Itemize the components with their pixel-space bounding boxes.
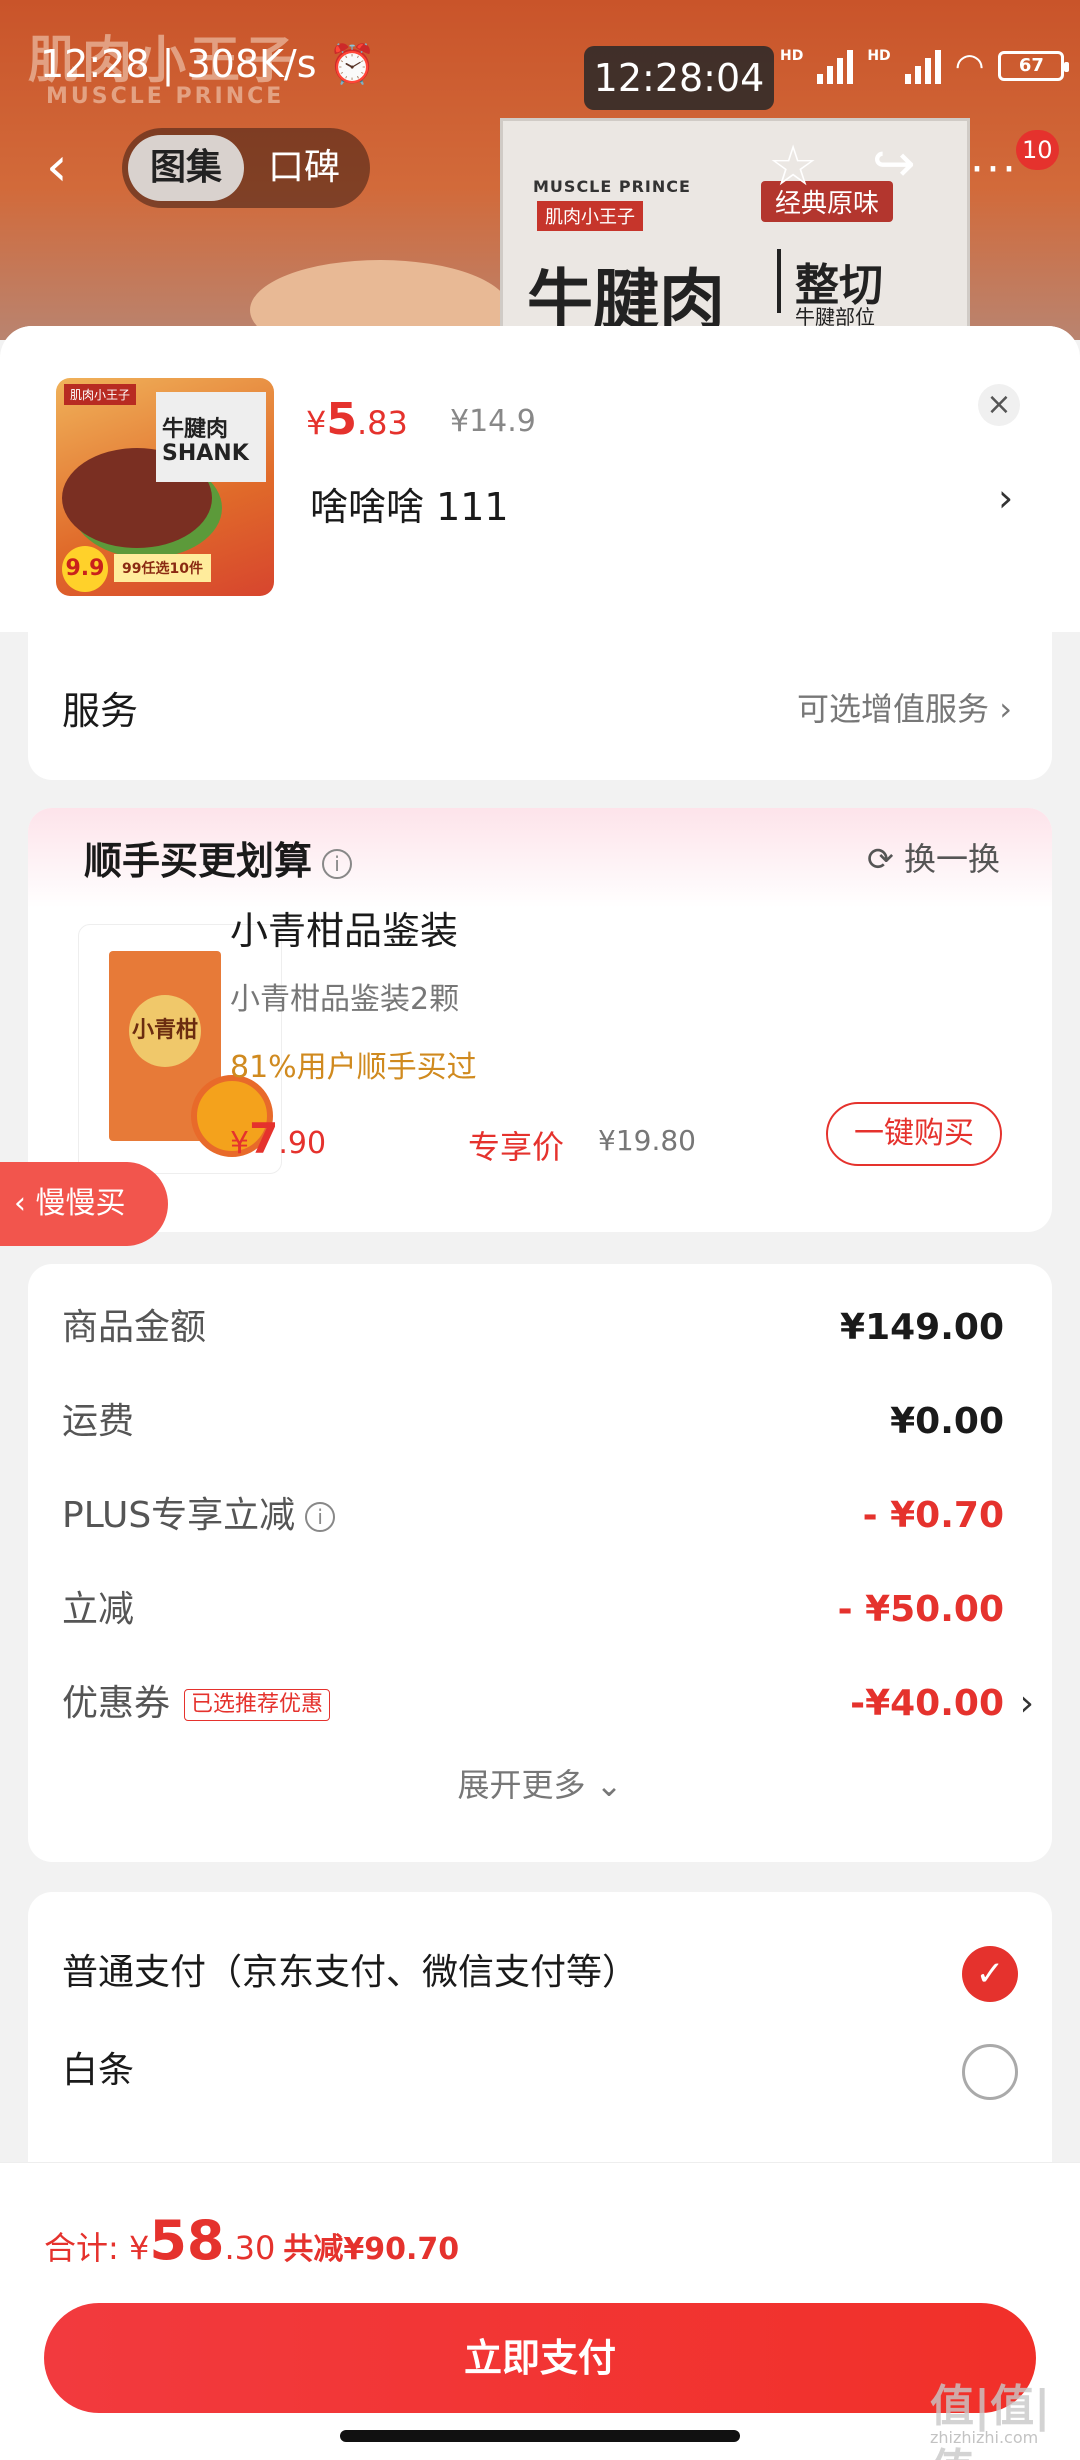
price-integer: 5 xyxy=(326,394,357,445)
addon-title-text: 顺手买更划算 xyxy=(84,839,313,883)
hd-label: HD xyxy=(780,48,804,64)
summary-row: 商品金额 ¥149.00 xyxy=(62,1298,1004,1358)
summary-label: 商品金额 xyxy=(62,1307,207,1348)
service-title: 服务 xyxy=(62,689,139,733)
summary-value: ¥0.00 xyxy=(890,1401,1004,1442)
favorite-icon[interactable]: ☆ xyxy=(768,134,818,199)
total-integer: 58 xyxy=(149,2209,225,2272)
product-price: ¥5.83 xyxy=(306,394,408,445)
service-row[interactable]: 服务 可选增值服务 › xyxy=(28,632,1052,780)
price-summary: 商品金额 ¥149.00 运费 ¥0.00 PLUS专享立减 i - ¥0.70 … xyxy=(28,1264,1052,1862)
package-brand: MUSCLE PRINCE xyxy=(533,177,691,196)
summary-label-text: PLUS专享立减 xyxy=(62,1495,296,1536)
info-icon[interactable]: i xyxy=(322,848,353,879)
close-icon[interactable]: × xyxy=(978,384,1020,426)
addon-name[interactable]: 小青柑品鉴装 xyxy=(230,900,458,955)
product-thumbnail[interactable]: 肌肉小王子 牛腱肉 SHANK 9.9 99任选10件 xyxy=(56,378,274,596)
status-bar: 12:28 | 308K/s ⏰ 12:28:04 HD HD ◠ 67 xyxy=(0,0,1080,130)
summary-value: - ¥50.00 xyxy=(837,1589,1004,1630)
status-time-speed: 12:28 | 308K/s ⏰ xyxy=(40,42,376,86)
home-indicator[interactable] xyxy=(340,2430,740,2442)
wifi-icon: ◠ xyxy=(954,46,985,86)
signal-icon xyxy=(904,48,941,84)
one-click-buy-button[interactable]: 一键购买 xyxy=(826,1102,1002,1166)
coupon-row[interactable]: 优惠券 已选推荐优惠 -¥40.00 › xyxy=(62,1674,1034,1734)
status-clock: 12:28:04 xyxy=(584,46,774,110)
signal-icon xyxy=(817,48,854,84)
thumbnail-price: 9.9 xyxy=(62,546,108,592)
product-spec[interactable]: 啥啥啥 111 xyxy=(310,476,509,531)
tab-gallery[interactable]: 图集 xyxy=(128,135,244,201)
tea-box-label: 小青柑 xyxy=(129,995,201,1067)
chevron-right-icon[interactable]: › xyxy=(998,476,1013,520)
summary-label: 运费 xyxy=(62,1401,135,1442)
status-icons: HD HD ◠ 67 xyxy=(780,46,1070,86)
addon-price: ¥7.90 xyxy=(230,1114,326,1163)
addon-description: 小青柑品鉴装2颗 xyxy=(230,982,460,1017)
info-icon[interactable]: i xyxy=(305,1502,336,1532)
checkout-footer: 合计: ¥58.30 共减¥90.70 立即支付 xyxy=(0,2162,1080,2460)
pay-now-button[interactable]: 立即支付 xyxy=(44,2303,1036,2413)
back-icon[interactable]: ‹ xyxy=(46,140,68,194)
total-label: 合计: ¥ xyxy=(44,2229,150,2267)
slow-buy-float-button[interactable]: ‹ 慢慢买 xyxy=(0,1162,168,1246)
radio-icon[interactable] xyxy=(962,2044,1018,2100)
price-symbol: ¥ xyxy=(306,404,327,442)
summary-row: 立减 - ¥50.00 xyxy=(62,1580,1004,1640)
expand-more-button[interactable]: 展开更多 ⌄ xyxy=(28,1760,1052,1806)
exclusive-price-label: 专享价 xyxy=(468,1128,565,1166)
total-decimal: .30 xyxy=(224,2229,276,2267)
summary-row: 运费 ¥0.00 xyxy=(62,1392,1004,1452)
addon-card: 顺手买更划算 i ⟳ 换一换 小青柑 小青柑品鉴装 小青柑品鉴装2颗 81%用户顺… xyxy=(28,808,1052,1232)
payment-option-label: 普通支付（京东支付、微信支付等） xyxy=(62,1952,639,1993)
payment-option-label: 白条 xyxy=(62,2050,135,2091)
summary-value: - ¥0.70 xyxy=(862,1495,1004,1536)
coupon-tag: 已选推荐优惠 xyxy=(184,1689,331,1721)
summary-label: 优惠券 已选推荐优惠 xyxy=(62,1674,331,1734)
summary-row: PLUS专享立减 i - ¥0.70 xyxy=(62,1486,1004,1546)
price-decimal: .90 xyxy=(278,1126,327,1161)
product-summary: 肌肉小王子 牛腱肉 SHANK 9.9 99任选10件 ¥5.83 ¥14.9 … xyxy=(0,326,1080,632)
price-symbol: ¥ xyxy=(230,1126,250,1161)
hd-label: HD xyxy=(867,48,891,64)
product-original-price: ¥14.9 xyxy=(450,404,536,439)
watermark-url: zhizhizhi.com xyxy=(930,2428,1039,2447)
payment-option[interactable]: 普通支付（京东支付、微信支付等） ✓ xyxy=(62,1938,1018,2008)
thumbnail-brand: 肌肉小王子 xyxy=(64,384,137,405)
share-icon[interactable]: ↪ xyxy=(872,134,916,194)
price-integer: 7 xyxy=(249,1114,279,1163)
summary-label-text: 优惠券 xyxy=(62,1683,171,1724)
swap-button[interactable]: ⟳ 换一换 xyxy=(867,834,1000,880)
summary-label: 立减 xyxy=(62,1589,135,1630)
thumbnail-pack: 牛腱肉 SHANK xyxy=(156,392,266,482)
media-tab-switch: 图集 口碑 xyxy=(122,128,370,208)
payment-option[interactable]: 白条 xyxy=(62,2036,1018,2106)
price-decimal: .83 xyxy=(356,404,408,442)
addon-title: 顺手买更划算 i xyxy=(84,830,353,885)
summary-label: PLUS专享立减 i xyxy=(62,1486,336,1546)
more-icon[interactable]: ··· xyxy=(970,144,1018,195)
addon-social-proof: 81%用户顺手买过 xyxy=(230,1050,477,1085)
package-brand-cn: 肌肉小王子 xyxy=(537,201,643,231)
order-total: 合计: ¥58.30 共减¥90.70 xyxy=(44,2209,459,2272)
service-hint: 可选增值服务 › xyxy=(797,690,1012,728)
tab-reviews[interactable]: 口碑 xyxy=(244,135,364,201)
battery-icon: 67 xyxy=(998,51,1070,81)
total-saved: 共减¥90.70 xyxy=(283,2232,460,2267)
summary-value: ¥149.00 xyxy=(840,1307,1004,1348)
check-icon[interactable]: ✓ xyxy=(962,1946,1018,2002)
chevron-right-icon[interactable]: › xyxy=(1020,1674,1034,1734)
checkout-sheet: 肌肉小王子 牛腱肉 SHANK 9.9 99任选10件 ¥5.83 ¥14.9 … xyxy=(0,326,1080,2460)
summary-value: -¥40.00 xyxy=(850,1683,1004,1724)
addon-original-price: ¥19.80 xyxy=(598,1124,696,1157)
notification-badge: 10 xyxy=(1016,130,1059,170)
thumbnail-label: 99任选10件 xyxy=(114,554,211,582)
